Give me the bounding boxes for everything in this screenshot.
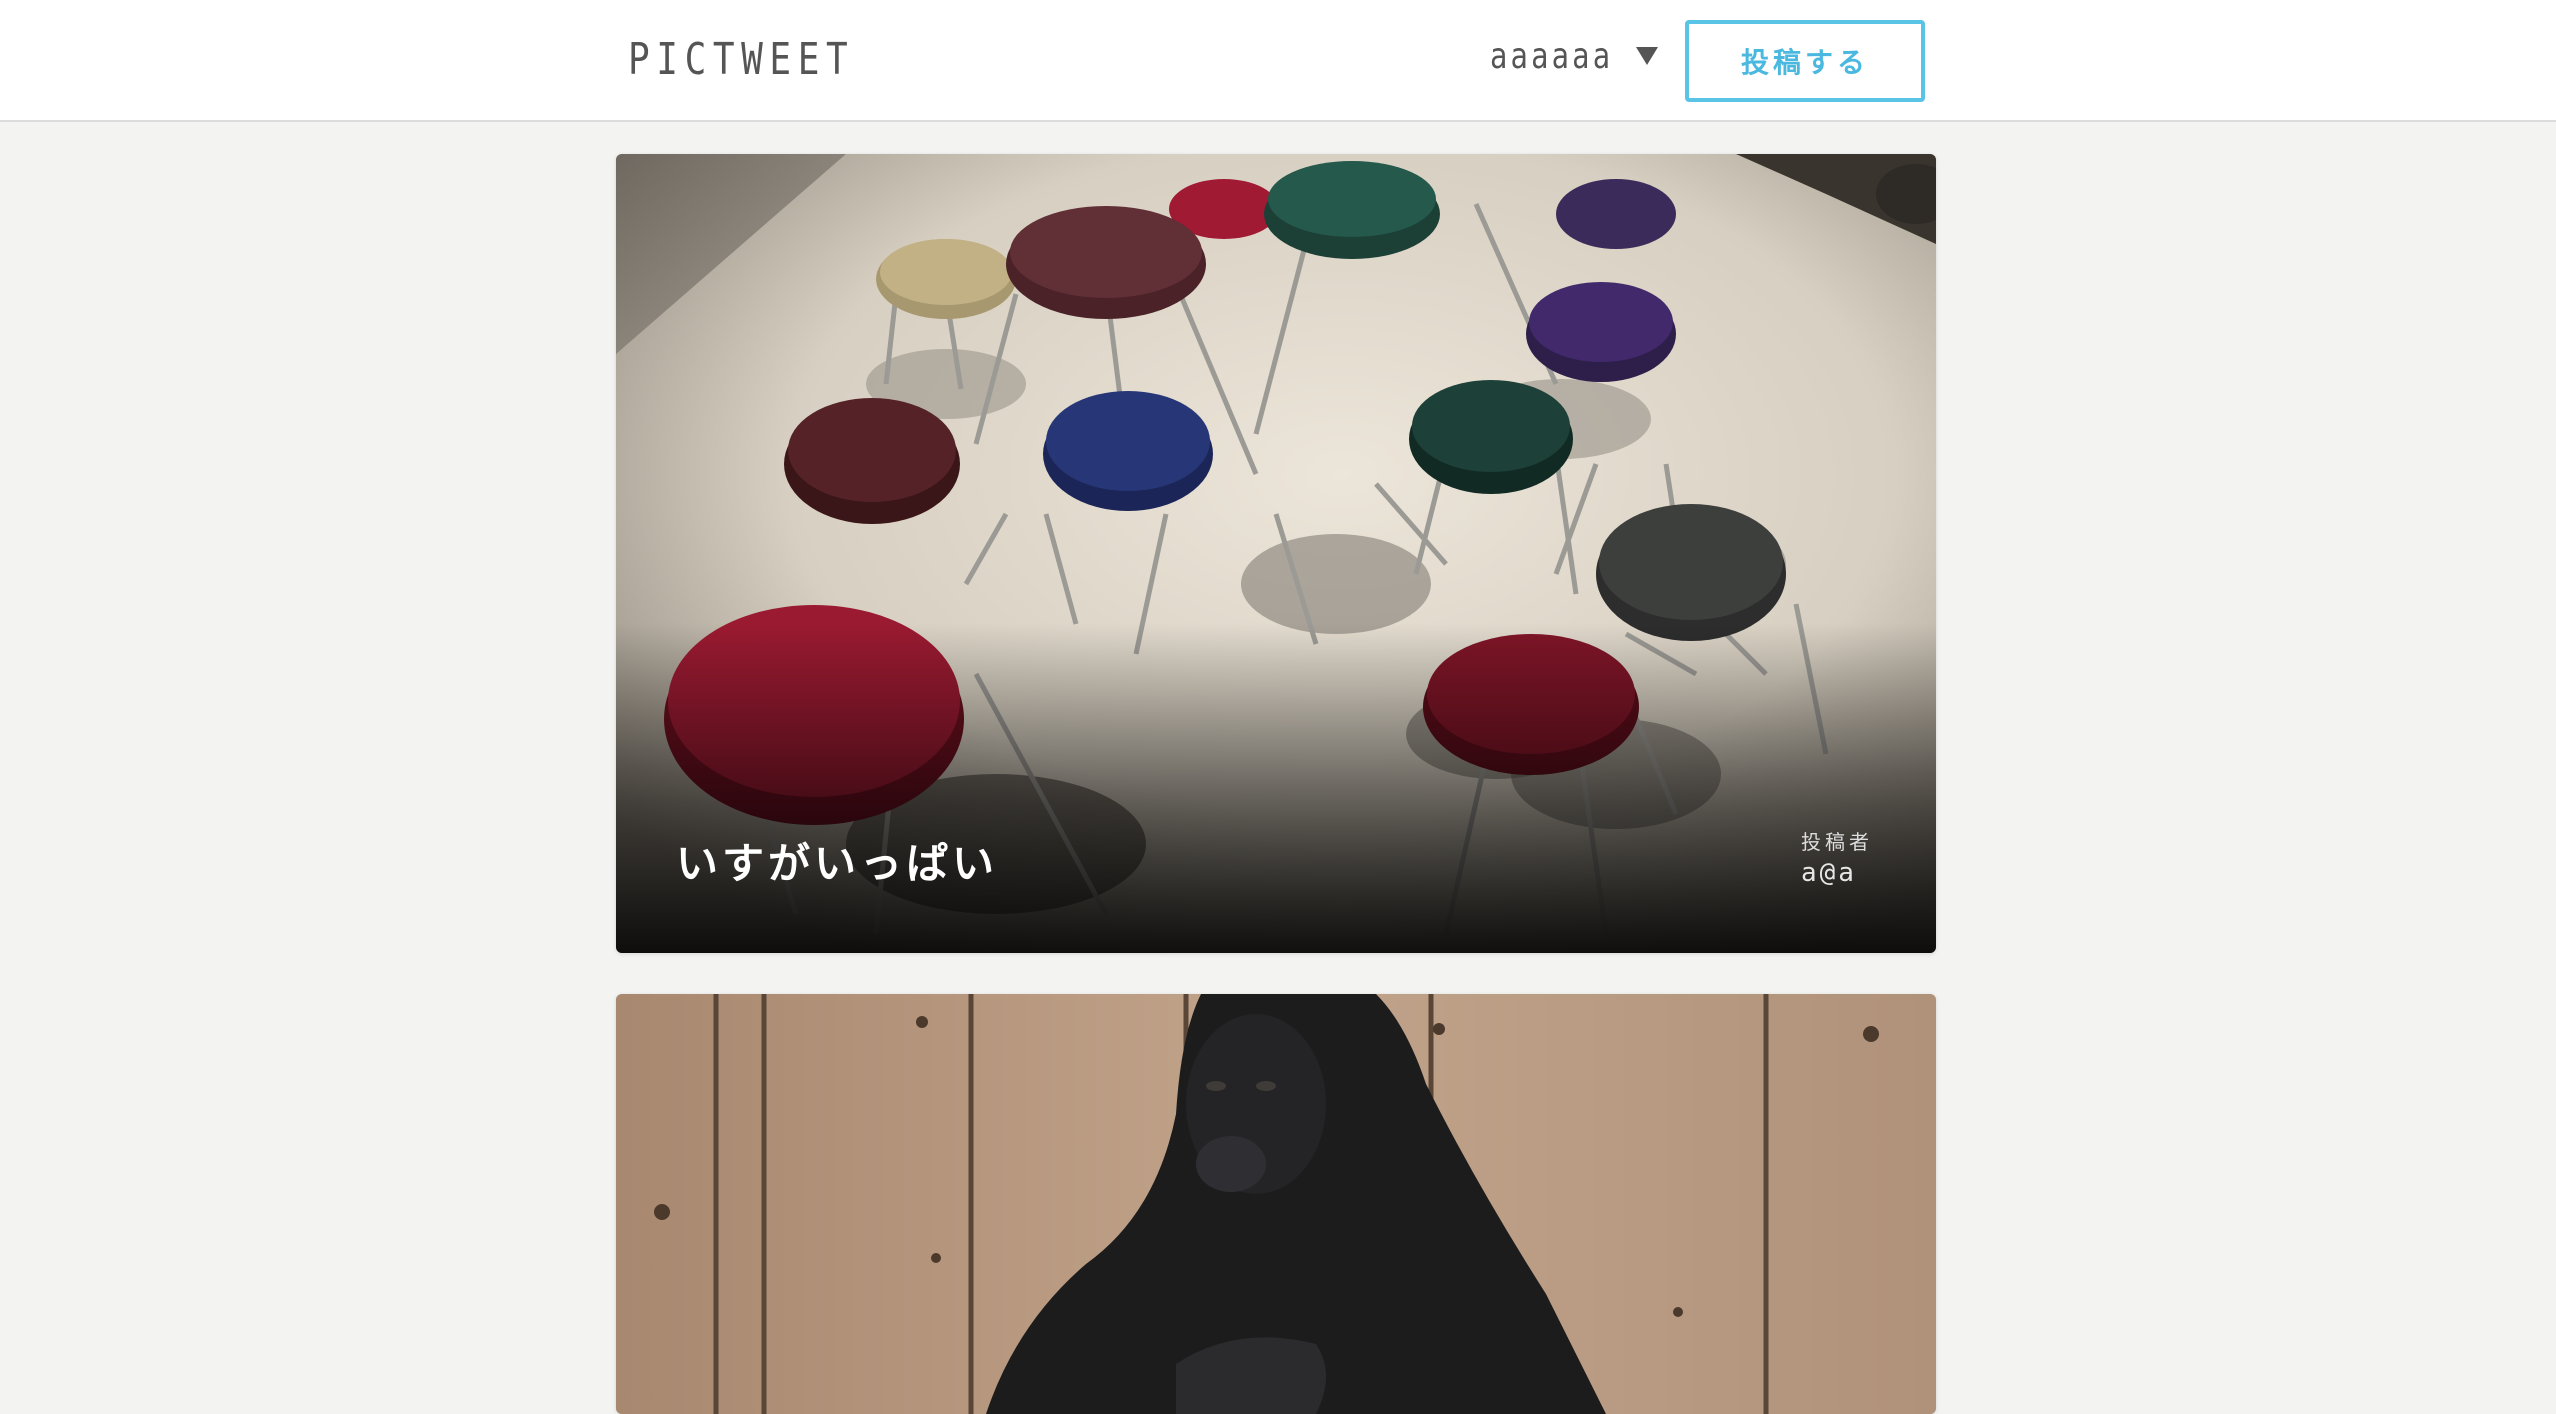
post-card[interactable] (616, 994, 1936, 1414)
caption-overlay (616, 623, 1936, 953)
user-menu[interactable]: aaaaaa (1490, 32, 1658, 80)
post-card[interactable]: いすがいっぱい 投稿者 a@a (616, 154, 1936, 953)
gorilla-photo (616, 994, 1936, 1414)
author-name[interactable]: a@a (1801, 858, 1857, 888)
caret-down-icon[interactable] (1636, 47, 1658, 65)
user-name[interactable]: aaaaaa (1490, 36, 1610, 77)
site-logo[interactable]: PICTWEET (628, 34, 854, 85)
site-header: PICTWEET aaaaaa 投稿する (0, 0, 2556, 122)
post-title: いすがいっぱい (676, 839, 999, 888)
author-label: 投稿者 (1801, 830, 1873, 854)
post-button[interactable]: 投稿する (1685, 20, 1925, 102)
